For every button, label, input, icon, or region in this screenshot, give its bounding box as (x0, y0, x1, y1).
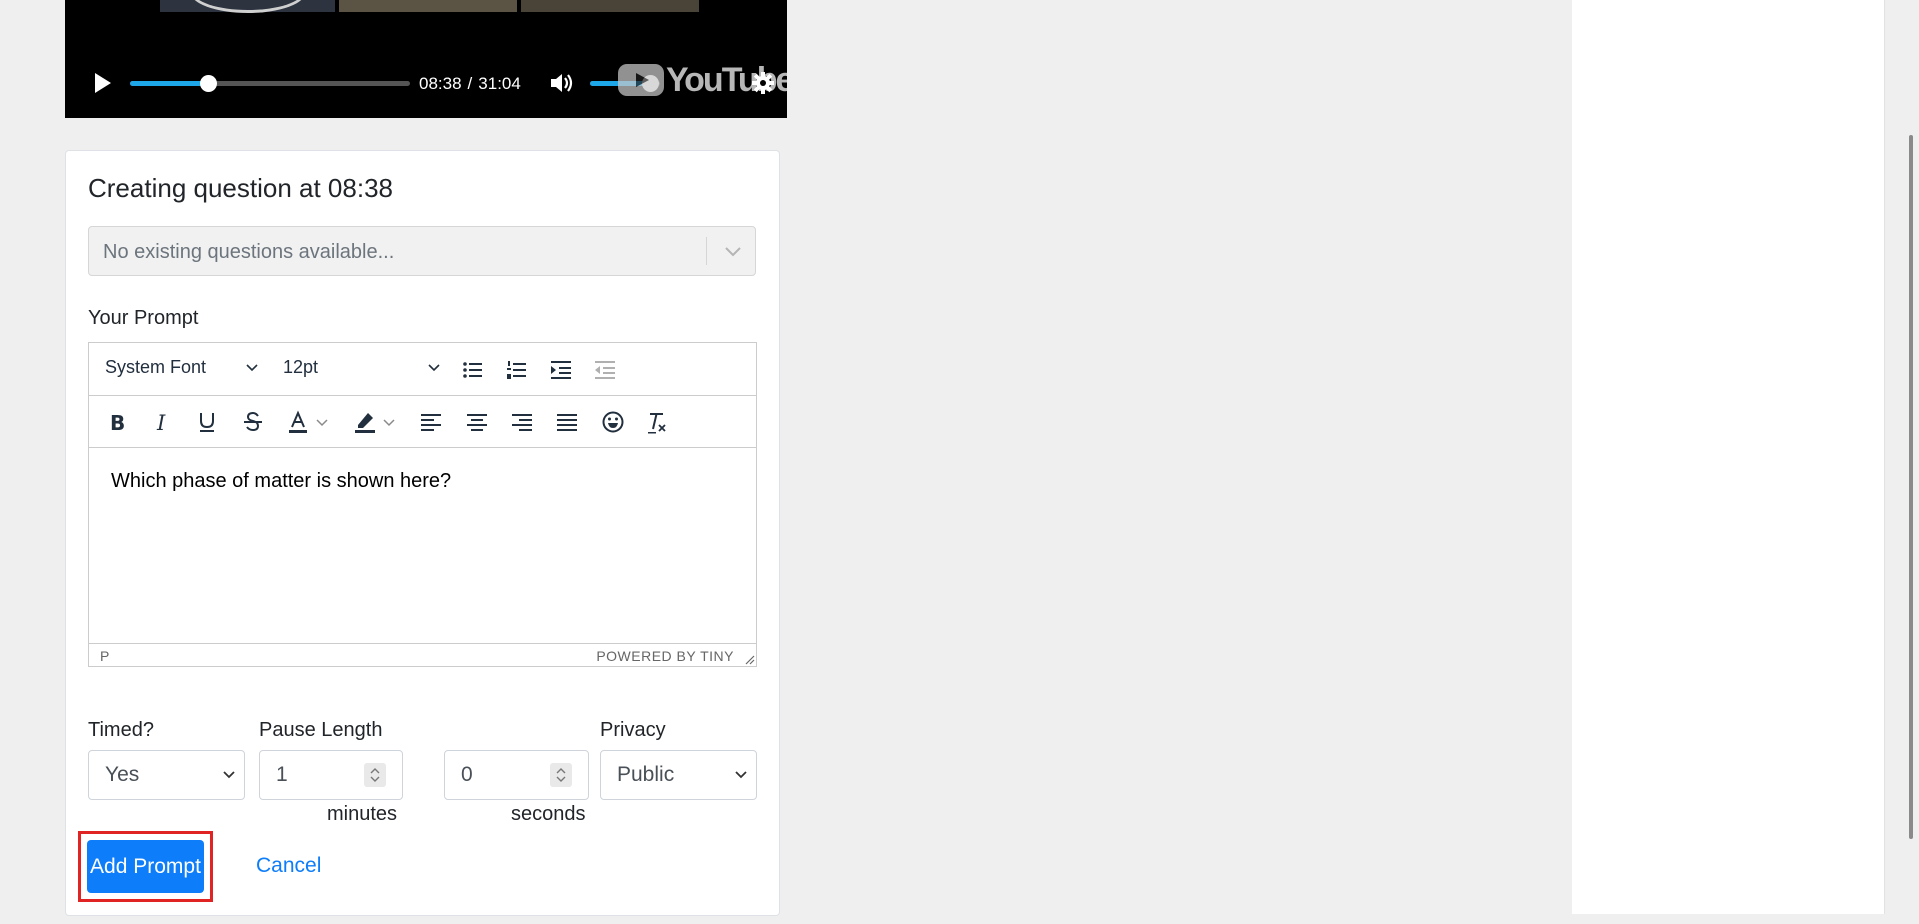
play-button[interactable] (89, 70, 115, 96)
font-family-value: System Font (105, 357, 207, 377)
align-center-icon (467, 414, 487, 431)
progress-bar[interactable] (130, 75, 410, 92)
text-color-dropdown[interactable] (314, 412, 330, 432)
volume-icon (551, 74, 573, 92)
page-scrollbar[interactable] (1905, 0, 1919, 924)
privacy-value: Public (617, 763, 675, 786)
align-left-icon (421, 414, 441, 431)
minutes-value: 1 (276, 763, 288, 786)
video-player[interactable]: 08:38/31:04 YouTube (65, 0, 787, 118)
seconds-input[interactable]: 0 (444, 750, 589, 800)
minutes-unit-label: minutes (327, 803, 398, 825)
prompt-label: Your Prompt (88, 307, 199, 329)
highlight-color-dropdown[interactable] (381, 412, 397, 432)
font-size-dropdown[interactable]: 12pt (283, 357, 443, 378)
current-time: 08:38 (419, 74, 462, 93)
element-path[interactable]: P (100, 648, 109, 664)
emoji-icon (602, 411, 624, 433)
progress-handle[interactable] (200, 75, 218, 92)
existing-questions-select[interactable]: No existing questions available... (88, 226, 756, 276)
numbered-list-icon (507, 361, 526, 379)
page-title: Creating question at 08:38 (88, 173, 393, 203)
chevron-down-icon (223, 771, 235, 779)
align-justify-button[interactable] (553, 408, 581, 436)
question-card: Creating question at 08:38 No existing q… (65, 150, 780, 916)
bold-button[interactable]: B (103, 408, 131, 436)
bullet-list-button[interactable] (459, 356, 487, 384)
privacy-label: Privacy (600, 719, 666, 741)
outdent-button[interactable] (591, 356, 619, 384)
outdent-icon (595, 361, 615, 379)
indent-button[interactable] (547, 356, 575, 384)
prompt-editor-content[interactable]: Which phase of matter is shown here? (89, 448, 756, 642)
pause-length-label: Pause Length (259, 719, 383, 741)
prompt-text: Which phase of matter is shown here? (111, 470, 452, 492)
privacy-select[interactable]: Public (600, 750, 757, 800)
seconds-value: 0 (461, 763, 473, 786)
font-size-value: 12pt (283, 357, 319, 377)
existing-questions-placeholder: No existing questions available... (103, 241, 395, 263)
time-separator: / (467, 74, 473, 93)
gear-icon (752, 72, 774, 94)
highlight-color-button[interactable] (351, 408, 379, 436)
align-center-button[interactable] (463, 408, 491, 436)
italic-icon: I (156, 411, 166, 435)
seconds-stepper[interactable] (550, 763, 572, 787)
chevron-down-icon (316, 419, 328, 427)
chevron-down-icon (735, 771, 747, 779)
chevron-down-icon (246, 364, 258, 372)
svg-text:I: I (156, 411, 166, 435)
powered-by-link[interactable]: POWERED BY TINY (596, 648, 734, 664)
strikethrough-button[interactable] (239, 408, 267, 436)
bullet-list-icon (463, 362, 482, 378)
scrollbar-thumb[interactable] (1909, 135, 1913, 839)
right-sidebar-panel (1572, 0, 1885, 914)
text-color-icon (289, 410, 307, 433)
timed-value: Yes (105, 763, 140, 786)
select-divider (706, 237, 707, 265)
align-justify-icon (557, 414, 577, 431)
volume-button[interactable] (548, 70, 576, 96)
chevron-down-icon (725, 247, 741, 257)
rich-text-editor: System Font 12pt B I Which phase of matt… (88, 342, 757, 667)
emoji-button[interactable] (599, 408, 627, 436)
align-right-icon (512, 414, 532, 431)
editor-toolbar-row-2: B I (89, 395, 756, 448)
timed-label: Timed? (88, 719, 154, 741)
duration: 31:04 (478, 74, 521, 93)
numbered-list-button[interactable] (503, 356, 531, 384)
strikethrough-icon (244, 411, 262, 432)
font-family-dropdown[interactable]: System Font (105, 357, 260, 378)
cancel-link[interactable]: Cancel (256, 854, 321, 878)
bold-icon: B (110, 411, 125, 435)
seconds-unit-label: seconds (511, 803, 586, 825)
time-readout: 08:38 / 31:04 (419, 74, 521, 94)
highlighter-icon (355, 413, 375, 433)
clear-formatting-icon (648, 413, 666, 434)
underline-icon (200, 413, 214, 432)
align-left-button[interactable] (417, 408, 445, 436)
align-right-button[interactable] (508, 408, 536, 436)
resize-handle-icon[interactable] (743, 653, 755, 665)
editor-toolbar-row-1: System Font 12pt (89, 343, 756, 396)
minutes-input[interactable]: 1 (259, 750, 403, 800)
italic-button[interactable]: I (148, 408, 176, 436)
progress-fill (130, 81, 209, 86)
stepper-arrows-icon (556, 768, 566, 782)
editor-statusbar: P POWERED BY TINY (89, 643, 756, 666)
play-icon (95, 73, 111, 93)
chevron-down-icon (428, 364, 440, 372)
clear-formatting-button[interactable] (643, 408, 671, 436)
underline-button[interactable] (193, 408, 221, 436)
chevron-down-icon (383, 419, 395, 427)
add-prompt-button[interactable]: Add Prompt (87, 840, 204, 893)
minutes-stepper[interactable] (364, 763, 386, 787)
settings-button[interactable] (750, 70, 776, 96)
stepper-arrows-icon (370, 768, 380, 782)
text-color-button[interactable] (284, 408, 312, 436)
indent-icon (551, 361, 571, 379)
timed-select[interactable]: Yes (88, 750, 245, 800)
svg-text:B: B (110, 411, 125, 435)
youtube-play-icon (618, 64, 664, 96)
